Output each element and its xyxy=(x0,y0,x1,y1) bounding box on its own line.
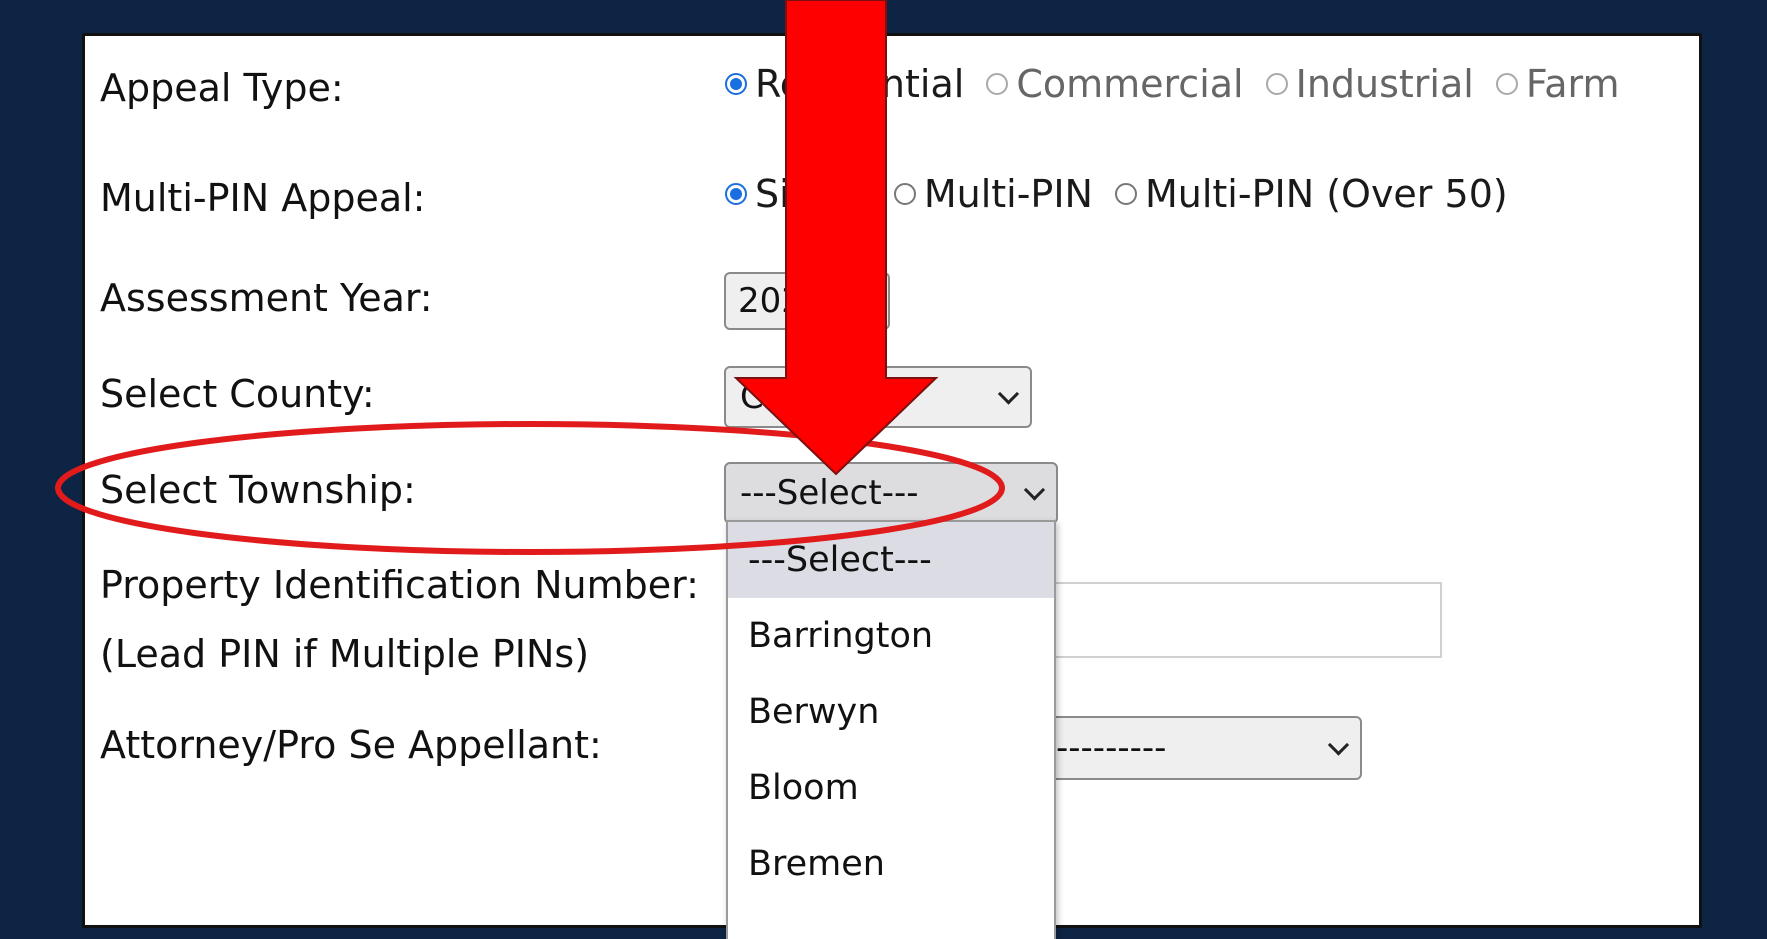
annotation-overlay xyxy=(55,0,1005,555)
screenshot-stage: Appeal Type: Multi-PIN Appeal: Assessmen… xyxy=(0,0,1767,939)
red-arrow-icon xyxy=(733,0,939,476)
